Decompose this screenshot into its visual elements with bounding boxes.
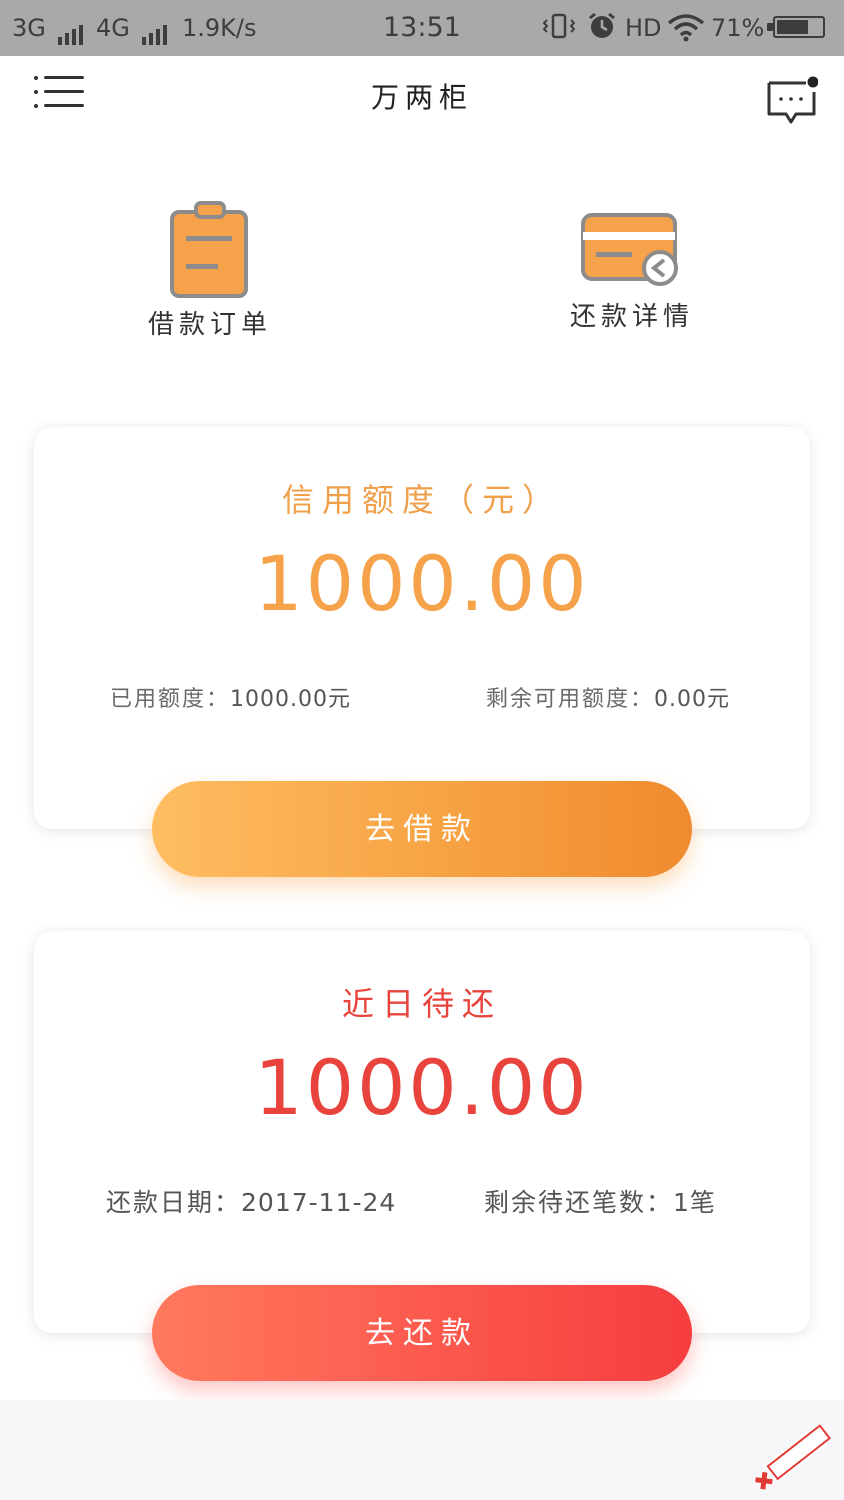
- used-limit-value: 1000.00元: [230, 687, 351, 712]
- used-limit-label: 已用额度：: [110, 687, 231, 712]
- remaining-limit-value: 0.00元: [654, 687, 731, 712]
- signal-4g-icon: [141, 13, 170, 45]
- status-bar: 3G 4G 1.9K/s 13:51 HD 71%: [0, 0, 844, 56]
- used-limit: 已用额度：1000.00元: [110, 681, 351, 713]
- network-4g: 4G: [96, 12, 170, 45]
- upcoming-repay-amount: 1000.00: [254, 1043, 590, 1132]
- remaining-count-label: 剩余待还笔数：: [484, 1188, 674, 1217]
- repay-date-label: 还款日期：: [106, 1188, 242, 1217]
- loan-orders-label: 借款订单: [147, 310, 272, 340]
- hd-label: HD: [625, 14, 662, 42]
- remaining-count: 剩余待还笔数：1笔: [484, 1183, 716, 1219]
- remaining-count-value: 1笔: [673, 1188, 716, 1217]
- battery-fill: [777, 20, 809, 34]
- remaining-limit-label: 剩余可用额度：: [486, 687, 655, 712]
- repay-button[interactable]: 去还款: [152, 1285, 692, 1381]
- repay-date: 还款日期：2017-11-24: [106, 1183, 396, 1219]
- clipboard-icon: [170, 201, 248, 298]
- watermark-logo: [742, 1420, 842, 1490]
- borrow-button[interactable]: 去借款: [152, 781, 692, 877]
- remaining-limit: 剩余可用额度：0.00元: [486, 681, 730, 713]
- network-4g-label: 4G: [96, 14, 130, 42]
- upcoming-repay-title: 近日待还: [341, 985, 502, 1023]
- bottom-strip: [0, 1400, 844, 1500]
- card-refund-icon: [581, 213, 678, 286]
- upcoming-repay-card: 近日待还 1000.00 还款日期：2017-11-24 剩余待还笔数：1笔: [34, 931, 810, 1333]
- clock: 13:51: [383, 12, 461, 43]
- network-3g: 3G: [12, 12, 86, 45]
- repay-detail-shortcut[interactable]: 还款详情: [562, 212, 702, 333]
- battery-icon: [773, 16, 825, 38]
- message-icon[interactable]: [766, 76, 819, 126]
- credit-limit-amount: 1000.00: [254, 539, 590, 628]
- credit-limit-title: 信用额度（元）: [281, 481, 562, 519]
- credit-limit-card: 信用额度（元） 1000.00 已用额度：1000.00元 剩余可用额度：0.0…: [34, 427, 810, 829]
- repay-detail-label: 还款详情: [569, 302, 694, 332]
- page-title: 万两柜: [370, 81, 473, 114]
- vibrate-icon: [542, 12, 576, 48]
- wifi-icon: [667, 12, 705, 50]
- repay-date-value: 2017-11-24: [241, 1188, 397, 1217]
- signal-3g-icon: [57, 13, 86, 45]
- network-3g-label: 3G: [12, 14, 46, 42]
- battery-percent: 71%: [711, 14, 765, 42]
- network-speed: 1.9K/s: [182, 14, 257, 42]
- alarm-icon: [587, 12, 617, 48]
- loan-orders-shortcut[interactable]: 借款订单: [140, 200, 280, 341]
